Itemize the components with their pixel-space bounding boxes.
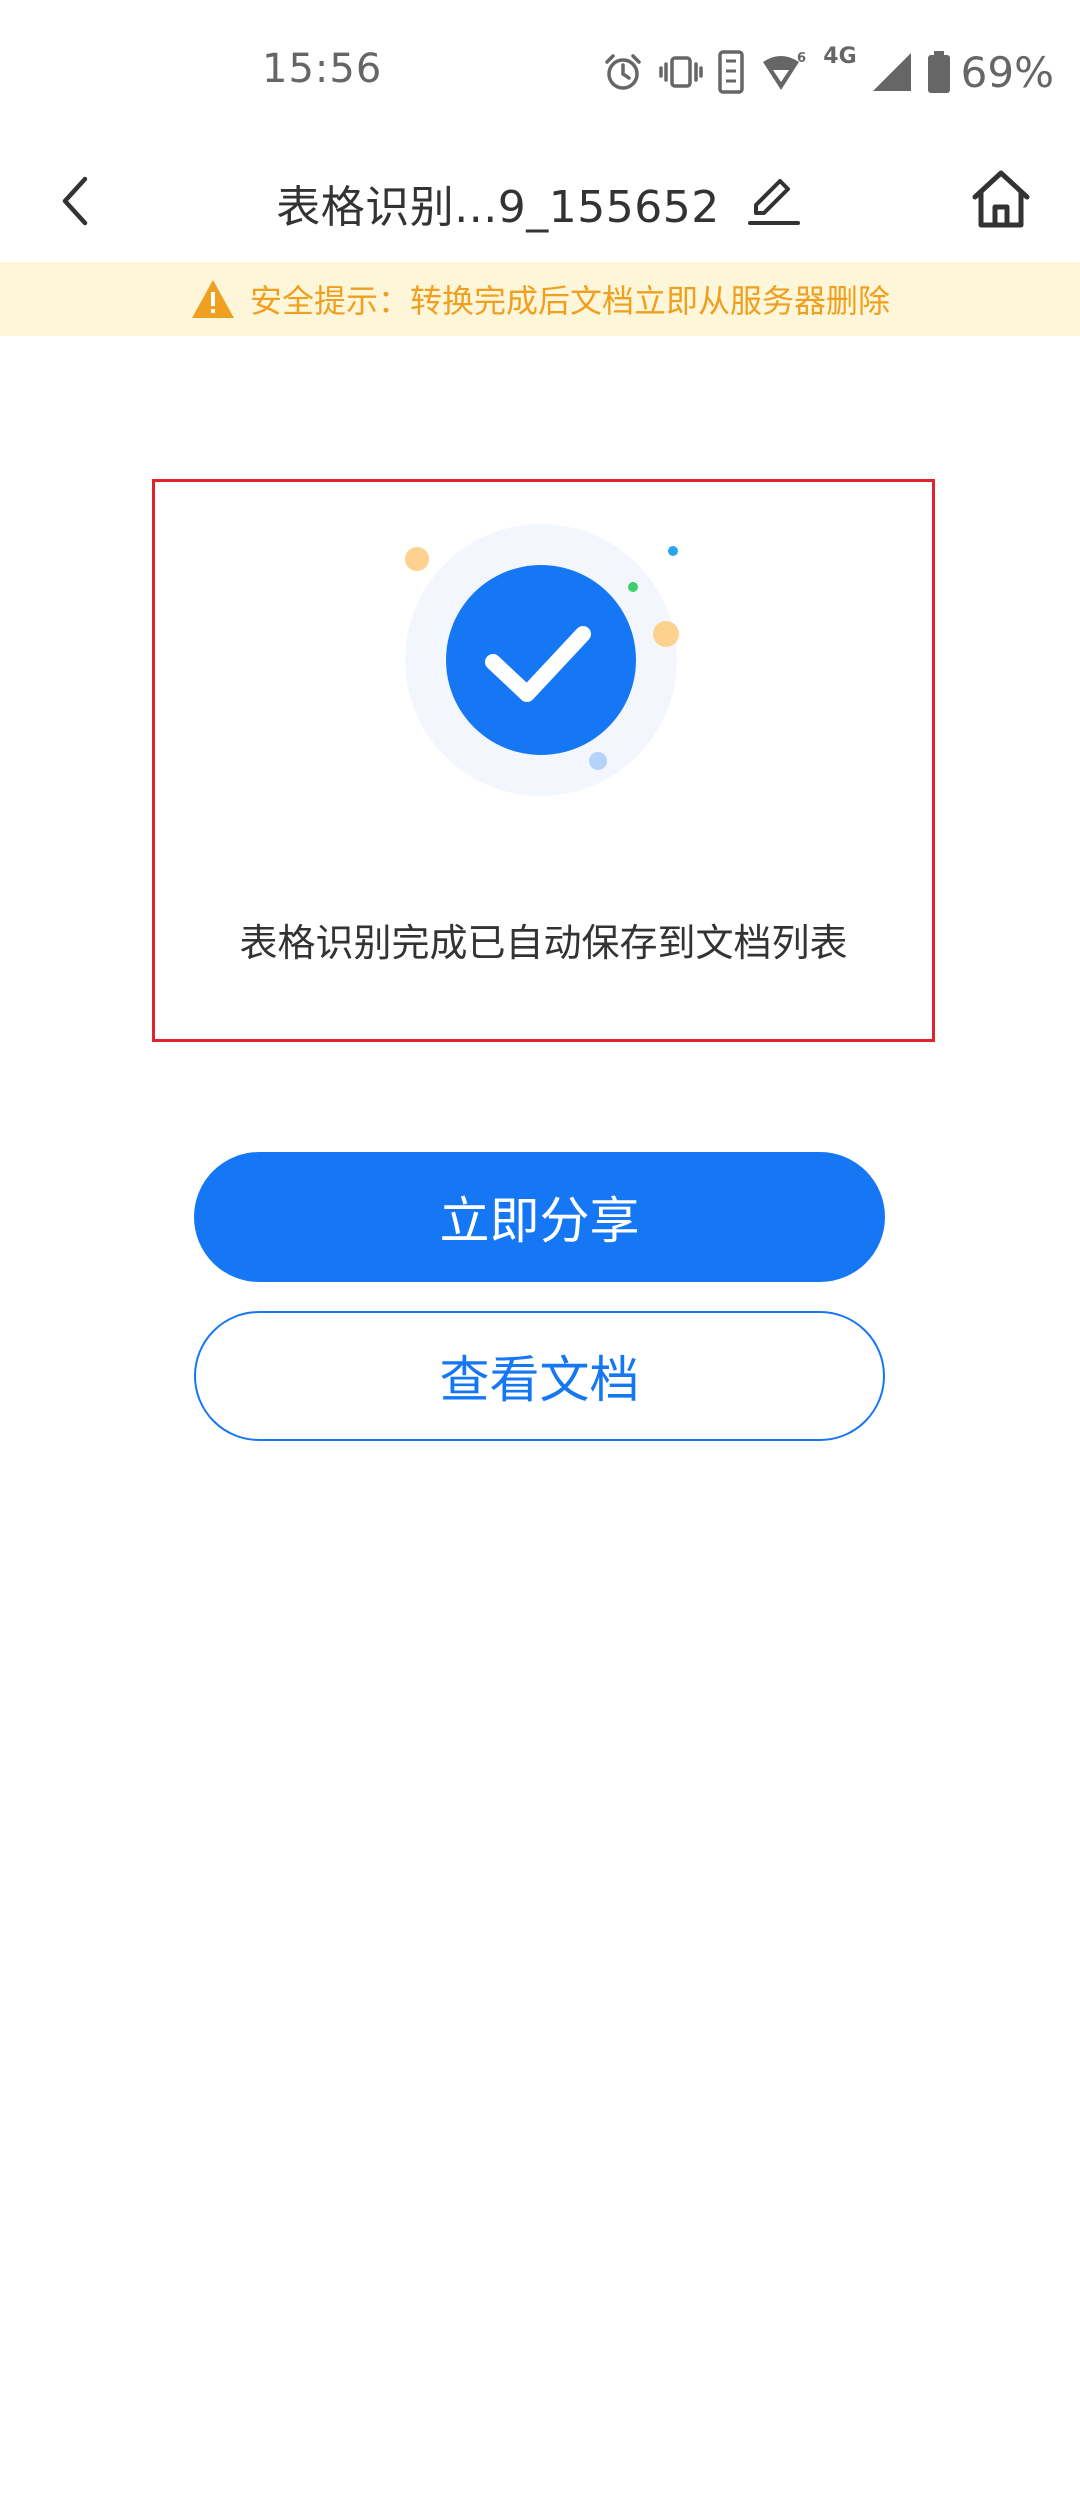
home-icon — [969, 167, 1033, 235]
battery-percent: 69% — [960, 47, 1054, 97]
result-message: 表格识别完成已自动保存到文档列表 — [239, 921, 848, 965]
svg-text:6: 6 — [797, 51, 806, 66]
edit-pencil-icon — [746, 173, 802, 233]
check-circle-icon — [446, 565, 636, 755]
success-graphic — [155, 482, 932, 812]
status-bar: 15:56 6 4G 69% — [0, 0, 1080, 150]
vibrate-icon — [659, 52, 704, 92]
share-now-button[interactable]: 立即分享 — [194, 1152, 885, 1282]
warning-triangle-icon — [190, 278, 236, 320]
view-document-button[interactable]: 查看文档 — [194, 1311, 885, 1441]
status-icons: 6 4G 69% — [601, 44, 1054, 100]
wifi-icon: 6 — [759, 50, 809, 94]
data-saver-icon — [717, 49, 745, 95]
home-button[interactable] — [960, 160, 1042, 242]
page-title: 表格识别...9_155652 — [276, 182, 720, 233]
signal-icon — [871, 51, 913, 93]
edit-title-button[interactable] — [744, 173, 804, 233]
title-area: 表格识别...9_155652 — [0, 164, 1080, 242]
result-card: 表格识别完成已自动保存到文档列表 — [152, 479, 935, 1042]
battery-icon — [927, 50, 951, 94]
security-notice-banner: 安全提示：转换完成后文档立即从服务器删除 — [0, 262, 1080, 336]
security-notice-text: 安全提示：转换完成后文档立即从服务器删除 — [249, 282, 890, 320]
network-type-label: 4G — [823, 43, 857, 69]
alarm-icon — [601, 50, 645, 94]
navbar: 表格识别...9_155652 — [0, 150, 1080, 262]
status-time: 15:56 — [262, 46, 383, 92]
